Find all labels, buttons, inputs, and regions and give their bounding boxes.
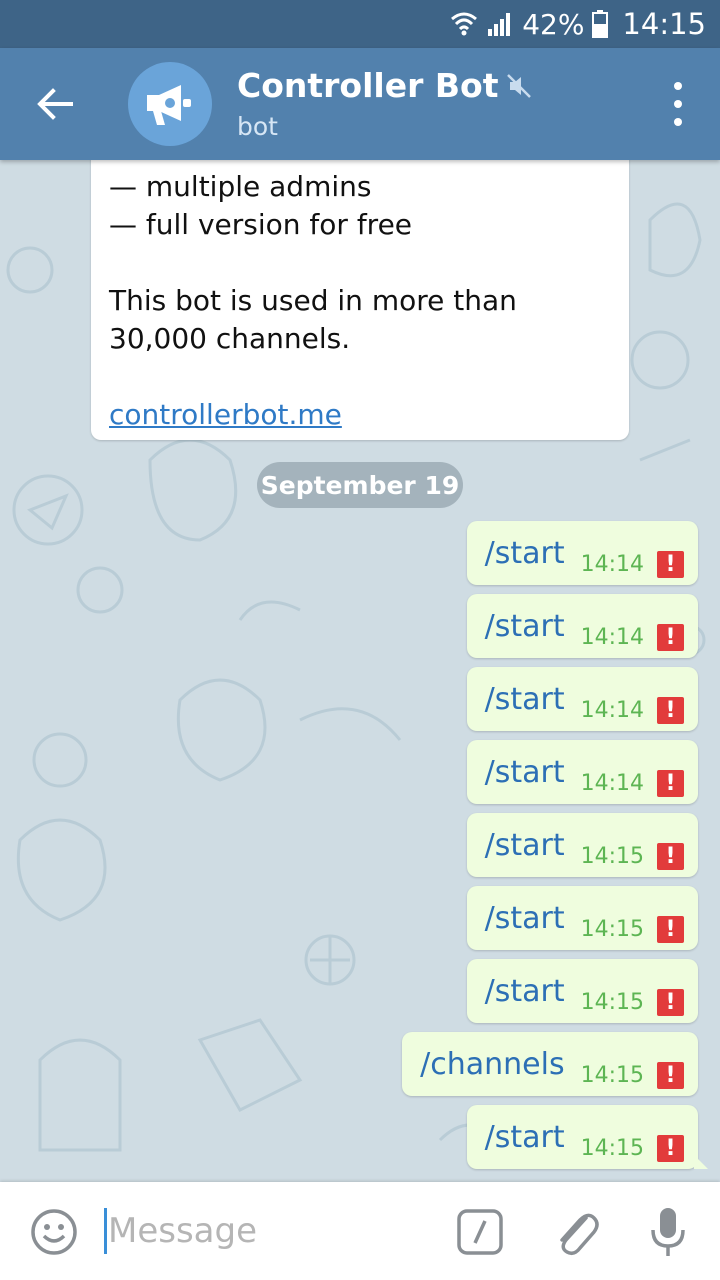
smiley-icon — [31, 1209, 77, 1255]
message-time: 14:15 — [580, 843, 644, 869]
error-icon[interactable]: ! — [657, 550, 684, 578]
message-line: — full version for free — [109, 208, 413, 241]
error-icon[interactable]: ! — [657, 769, 684, 797]
outgoing-message-bubble[interactable]: /start 14:14 ! — [466, 521, 698, 585]
bubble-tail — [694, 1155, 708, 1169]
mute-icon — [507, 73, 532, 98]
message-text: /start — [484, 608, 565, 644]
slash-command-icon — [457, 1209, 503, 1255]
more-vert-icon — [674, 82, 682, 90]
outgoing-message-bubble[interactable]: /start 14:15 ! — [466, 959, 698, 1023]
microphone-icon — [651, 1208, 685, 1256]
avatar[interactable] — [128, 62, 212, 146]
wifi-icon — [451, 12, 478, 36]
outgoing-message-bubble[interactable]: /start 14:15 ! — [466, 813, 698, 877]
more-vert-dot — [674, 118, 682, 126]
chat-title-row[interactable]: Controller Bot — [237, 66, 532, 105]
status-icons: 42% 14:15 — [450, 0, 706, 48]
message-line: 30,000 channels. — [109, 322, 351, 355]
status-bar: 42% 14:15 — [0, 0, 720, 48]
outgoing-message-bubble[interactable]: /start 14:15 ! — [466, 886, 698, 950]
outgoing-message-bubble[interactable]: /start 14:14 ! — [466, 740, 698, 804]
message-time: 14:15 — [580, 1135, 644, 1161]
emoji-button[interactable] — [30, 1208, 78, 1256]
outgoing-message-bubble[interactable]: /start 14:14 ! — [466, 667, 698, 731]
chat-title: Controller Bot — [237, 66, 499, 105]
message-line — [109, 358, 611, 396]
message-link[interactable]: controllerbot.me — [109, 398, 342, 431]
message-time: 14:15 — [580, 916, 644, 942]
error-icon[interactable]: ! — [657, 1061, 684, 1089]
message-text: /start — [484, 535, 565, 571]
message-time: 14:14 — [580, 624, 644, 650]
outgoing-message-bubble[interactable]: /channels 14:15 ! — [402, 1032, 698, 1096]
chat-subtitle: bot — [237, 112, 278, 141]
back-button[interactable] — [26, 78, 84, 130]
message-text: /channels — [420, 1046, 565, 1082]
battery-icon — [592, 10, 609, 38]
message-line: — multiple admins — [109, 170, 372, 203]
message-text: /start — [484, 973, 565, 1009]
message-line: This bot is used in more than — [109, 284, 517, 317]
chat-header: Controller Bot bot — [0, 48, 720, 160]
bot-command-button[interactable] — [456, 1208, 504, 1256]
message-text: /start — [484, 827, 565, 863]
message-time: 14:14 — [580, 697, 644, 723]
error-icon[interactable]: ! — [657, 915, 684, 943]
megaphone-icon — [147, 85, 191, 125]
error-icon[interactable]: ! — [657, 696, 684, 724]
signal-icon — [488, 13, 511, 36]
incoming-message-bubble[interactable]: — multiple admins — full version for fre… — [91, 160, 629, 440]
paperclip-icon — [560, 1213, 599, 1256]
attach-button[interactable] — [550, 1204, 600, 1258]
message-time: 14:14 — [580, 770, 644, 796]
error-icon[interactable]: ! — [657, 988, 684, 1016]
status-time: 14:15 — [622, 7, 706, 41]
message-input[interactable] — [108, 1202, 438, 1260]
message-time: 14:14 — [580, 551, 644, 577]
outgoing-message-bubble[interactable]: /start 14:14 ! — [466, 594, 698, 658]
date-separator: September 19 — [257, 462, 463, 508]
message-input-bar — [0, 1182, 720, 1280]
message-text: /start — [484, 1119, 565, 1155]
battery-percent: 42% — [522, 7, 585, 41]
error-icon[interactable]: ! — [657, 623, 684, 651]
outgoing-message-bubble[interactable]: /start 14:15 ! — [466, 1105, 708, 1169]
voice-record-button[interactable] — [650, 1204, 686, 1260]
message-text: /start — [484, 754, 565, 790]
message-line — [109, 244, 611, 282]
chat-area[interactable]: — multiple admins — full version for fre… — [0, 160, 720, 1182]
message-text: /start — [484, 681, 565, 717]
error-icon[interactable]: ! — [657, 842, 684, 870]
more-menu-button[interactable] — [666, 82, 690, 126]
message-text: /start — [484, 900, 565, 936]
message-time: 14:15 — [580, 1062, 644, 1088]
more-vert-dot — [674, 100, 682, 108]
error-icon[interactable]: ! — [657, 1134, 684, 1162]
text-cursor — [104, 1208, 107, 1254]
message-time: 14:15 — [580, 989, 644, 1015]
arrow-left-icon — [37, 88, 73, 120]
